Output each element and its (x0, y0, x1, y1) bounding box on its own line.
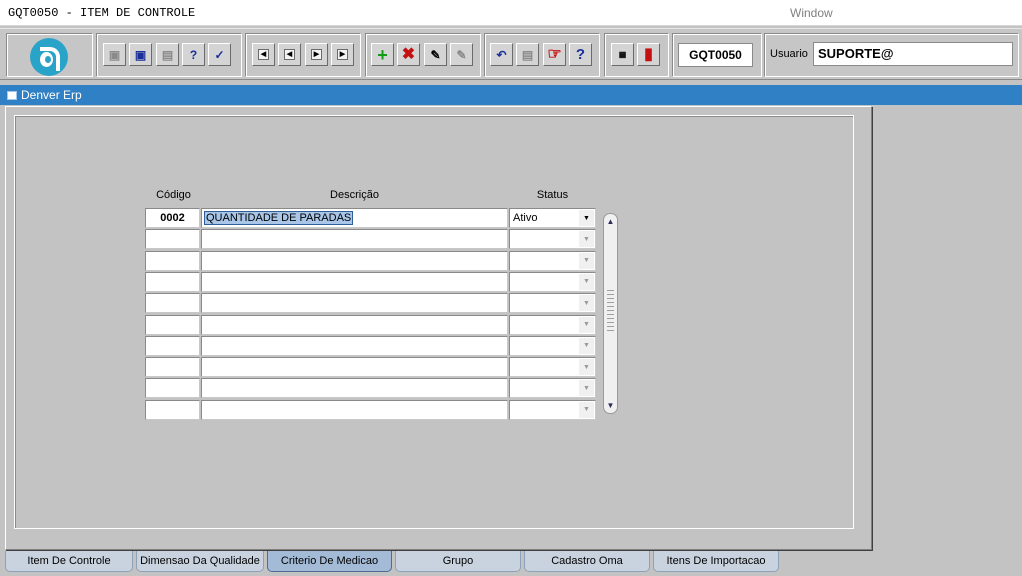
description-text: QUANTIDADE DE PARADAS (204, 211, 354, 225)
header-code: Código (156, 189, 191, 201)
header-description: Descrição (330, 189, 379, 201)
chevron-down-icon[interactable]: ▼ (579, 252, 594, 269)
description-field[interactable]: QUANTIDADE DE PARADAS (201, 208, 508, 228)
last-record-icon[interactable]: ▶ (331, 43, 354, 66)
code-field[interactable] (145, 250, 200, 271)
query-run-icon[interactable]: ✓ (208, 43, 231, 66)
scroll-thumb[interactable] (607, 290, 614, 332)
chevron-down-icon[interactable]: ▼ (579, 210, 594, 226)
chevron-down-icon[interactable]: ▼ (579, 295, 594, 312)
description-field[interactable] (201, 229, 508, 250)
description-field[interactable] (201, 335, 508, 356)
prev-record-icon[interactable]: ◀ (278, 43, 301, 66)
status-select[interactable]: ▼ (509, 357, 596, 378)
status-select[interactable]: ▼ (509, 378, 596, 399)
status-value: Ativo (513, 212, 538, 224)
chevron-down-icon[interactable]: ▼ (579, 380, 594, 397)
menu-window[interactable]: Window (790, 6, 833, 20)
tab-grupo[interactable]: Grupo (395, 551, 521, 572)
tab-item-de-controle[interactable]: Item De Controle (5, 551, 133, 572)
chevron-down-icon[interactable]: ▼ (579, 337, 594, 354)
table-row: ▼ (145, 399, 597, 420)
delete-record-icon[interactable]: ✖ (397, 43, 420, 66)
description-field[interactable] (201, 293, 508, 314)
status-select[interactable]: ▼ (509, 399, 596, 420)
query-icon[interactable]: ? (182, 43, 205, 66)
user-label: Usuario (770, 48, 808, 60)
table-row: ▼ (145, 271, 597, 292)
chevron-down-icon[interactable]: ▼ (579, 231, 594, 248)
exit-icon[interactable]: ▮ (637, 43, 660, 66)
description-field[interactable] (201, 357, 508, 378)
find-icon[interactable]: ☞ (543, 43, 566, 66)
chevron-down-icon[interactable]: ▼ (579, 359, 594, 376)
table-row: ▼ (145, 357, 597, 378)
form-title: GQT0050 - ITEM DE CONTROLE (8, 6, 196, 20)
window-title-bar: Denver Erp (0, 85, 1022, 105)
code-field[interactable] (145, 314, 200, 335)
status-select[interactable]: ▼ (509, 314, 596, 335)
code-field[interactable]: 0002 (145, 208, 200, 228)
app-window: GQT0050 - ITEM DE CONTROLE Window ▣ ▣ ▤ … (0, 0, 1022, 576)
help-icon[interactable]: ? (569, 43, 592, 66)
vertical-scrollbar[interactable]: ▲ ▼ (603, 213, 618, 414)
description-field[interactable] (201, 250, 508, 271)
menu-icon[interactable]: ▦ (611, 43, 634, 66)
header-status: Status (536, 189, 569, 201)
description-field[interactable] (201, 271, 508, 292)
print-icon[interactable]: ▤ (156, 43, 179, 66)
screen-icon[interactable]: ▣ (129, 43, 152, 66)
chevron-down-icon[interactable]: ▼ (579, 273, 594, 290)
form-code-field: GQT0050 (678, 43, 753, 67)
undo-icon[interactable]: ↶ (490, 43, 513, 66)
table-row: ▼ (145, 314, 597, 335)
description-field[interactable] (201, 314, 508, 335)
scroll-up-icon[interactable]: ▲ (605, 216, 616, 227)
user-field: SUPORTE@ (813, 42, 1013, 66)
tab-criterio-de-medicao[interactable]: Criterio De Medicao (267, 551, 392, 572)
tab-cadastro-oma[interactable]: Cadastro Oma (524, 551, 650, 572)
status-select[interactable]: ▼ (509, 271, 596, 292)
table-row: ▼ (145, 250, 597, 271)
toolbar: ▣ ▣ ▤ ? ✓ ◀ ◀ ▶ ▶ + ✖ ✎ ✎ ↶ ▤ ☞ ? ▦ ▮ GQ… (0, 28, 1022, 80)
status-select[interactable]: ▼ (509, 335, 596, 356)
menu-bar: GQT0050 - ITEM DE CONTROLE Window (0, 0, 1022, 26)
status-select[interactable]: ▼ (509, 293, 596, 314)
code-field[interactable] (145, 293, 200, 314)
chevron-down-icon[interactable]: ▼ (579, 316, 594, 333)
next-record-icon[interactable]: ▶ (305, 43, 328, 66)
table-row: ▼ (145, 335, 597, 356)
tab-itens-de-importacao[interactable]: Itens De Importacao (653, 551, 779, 572)
code-field[interactable] (145, 399, 200, 420)
window-title: Denver Erp (21, 88, 82, 102)
description-field[interactable] (201, 399, 508, 420)
table-row: ▼ (145, 229, 597, 250)
window-icon (7, 91, 17, 100)
table-row: ▼ (145, 378, 597, 399)
code-field[interactable] (145, 271, 200, 292)
scroll-down-icon[interactable]: ▼ (605, 400, 616, 411)
table-row: ▼ (145, 293, 597, 314)
first-record-icon[interactable]: ◀ (252, 43, 275, 66)
clipboard-icon[interactable]: ▤ (516, 43, 539, 66)
code-field[interactable] (145, 378, 200, 399)
status-select[interactable]: ▼ (509, 250, 596, 271)
code-field[interactable] (145, 357, 200, 378)
chevron-down-icon[interactable]: ▼ (579, 401, 594, 418)
code-field[interactable] (145, 335, 200, 356)
description-field[interactable] (201, 378, 508, 399)
clear-icon[interactable]: ✎ (450, 43, 473, 66)
code-field[interactable] (145, 229, 200, 250)
save-icon[interactable]: ▣ (103, 43, 126, 66)
table-row: 0002 QUANTIDADE DE PARADAS Ativo ▼ (145, 208, 597, 228)
tab-dimensao-da-qualidade[interactable]: Dimensao Da Qualidade (136, 551, 264, 572)
status-select[interactable]: ▼ (509, 229, 596, 250)
insert-record-icon[interactable]: + (371, 43, 394, 66)
status-select[interactable]: Ativo ▼ (509, 208, 596, 228)
denver-logo (30, 38, 68, 76)
edit-record-icon[interactable]: ✎ (424, 43, 447, 66)
